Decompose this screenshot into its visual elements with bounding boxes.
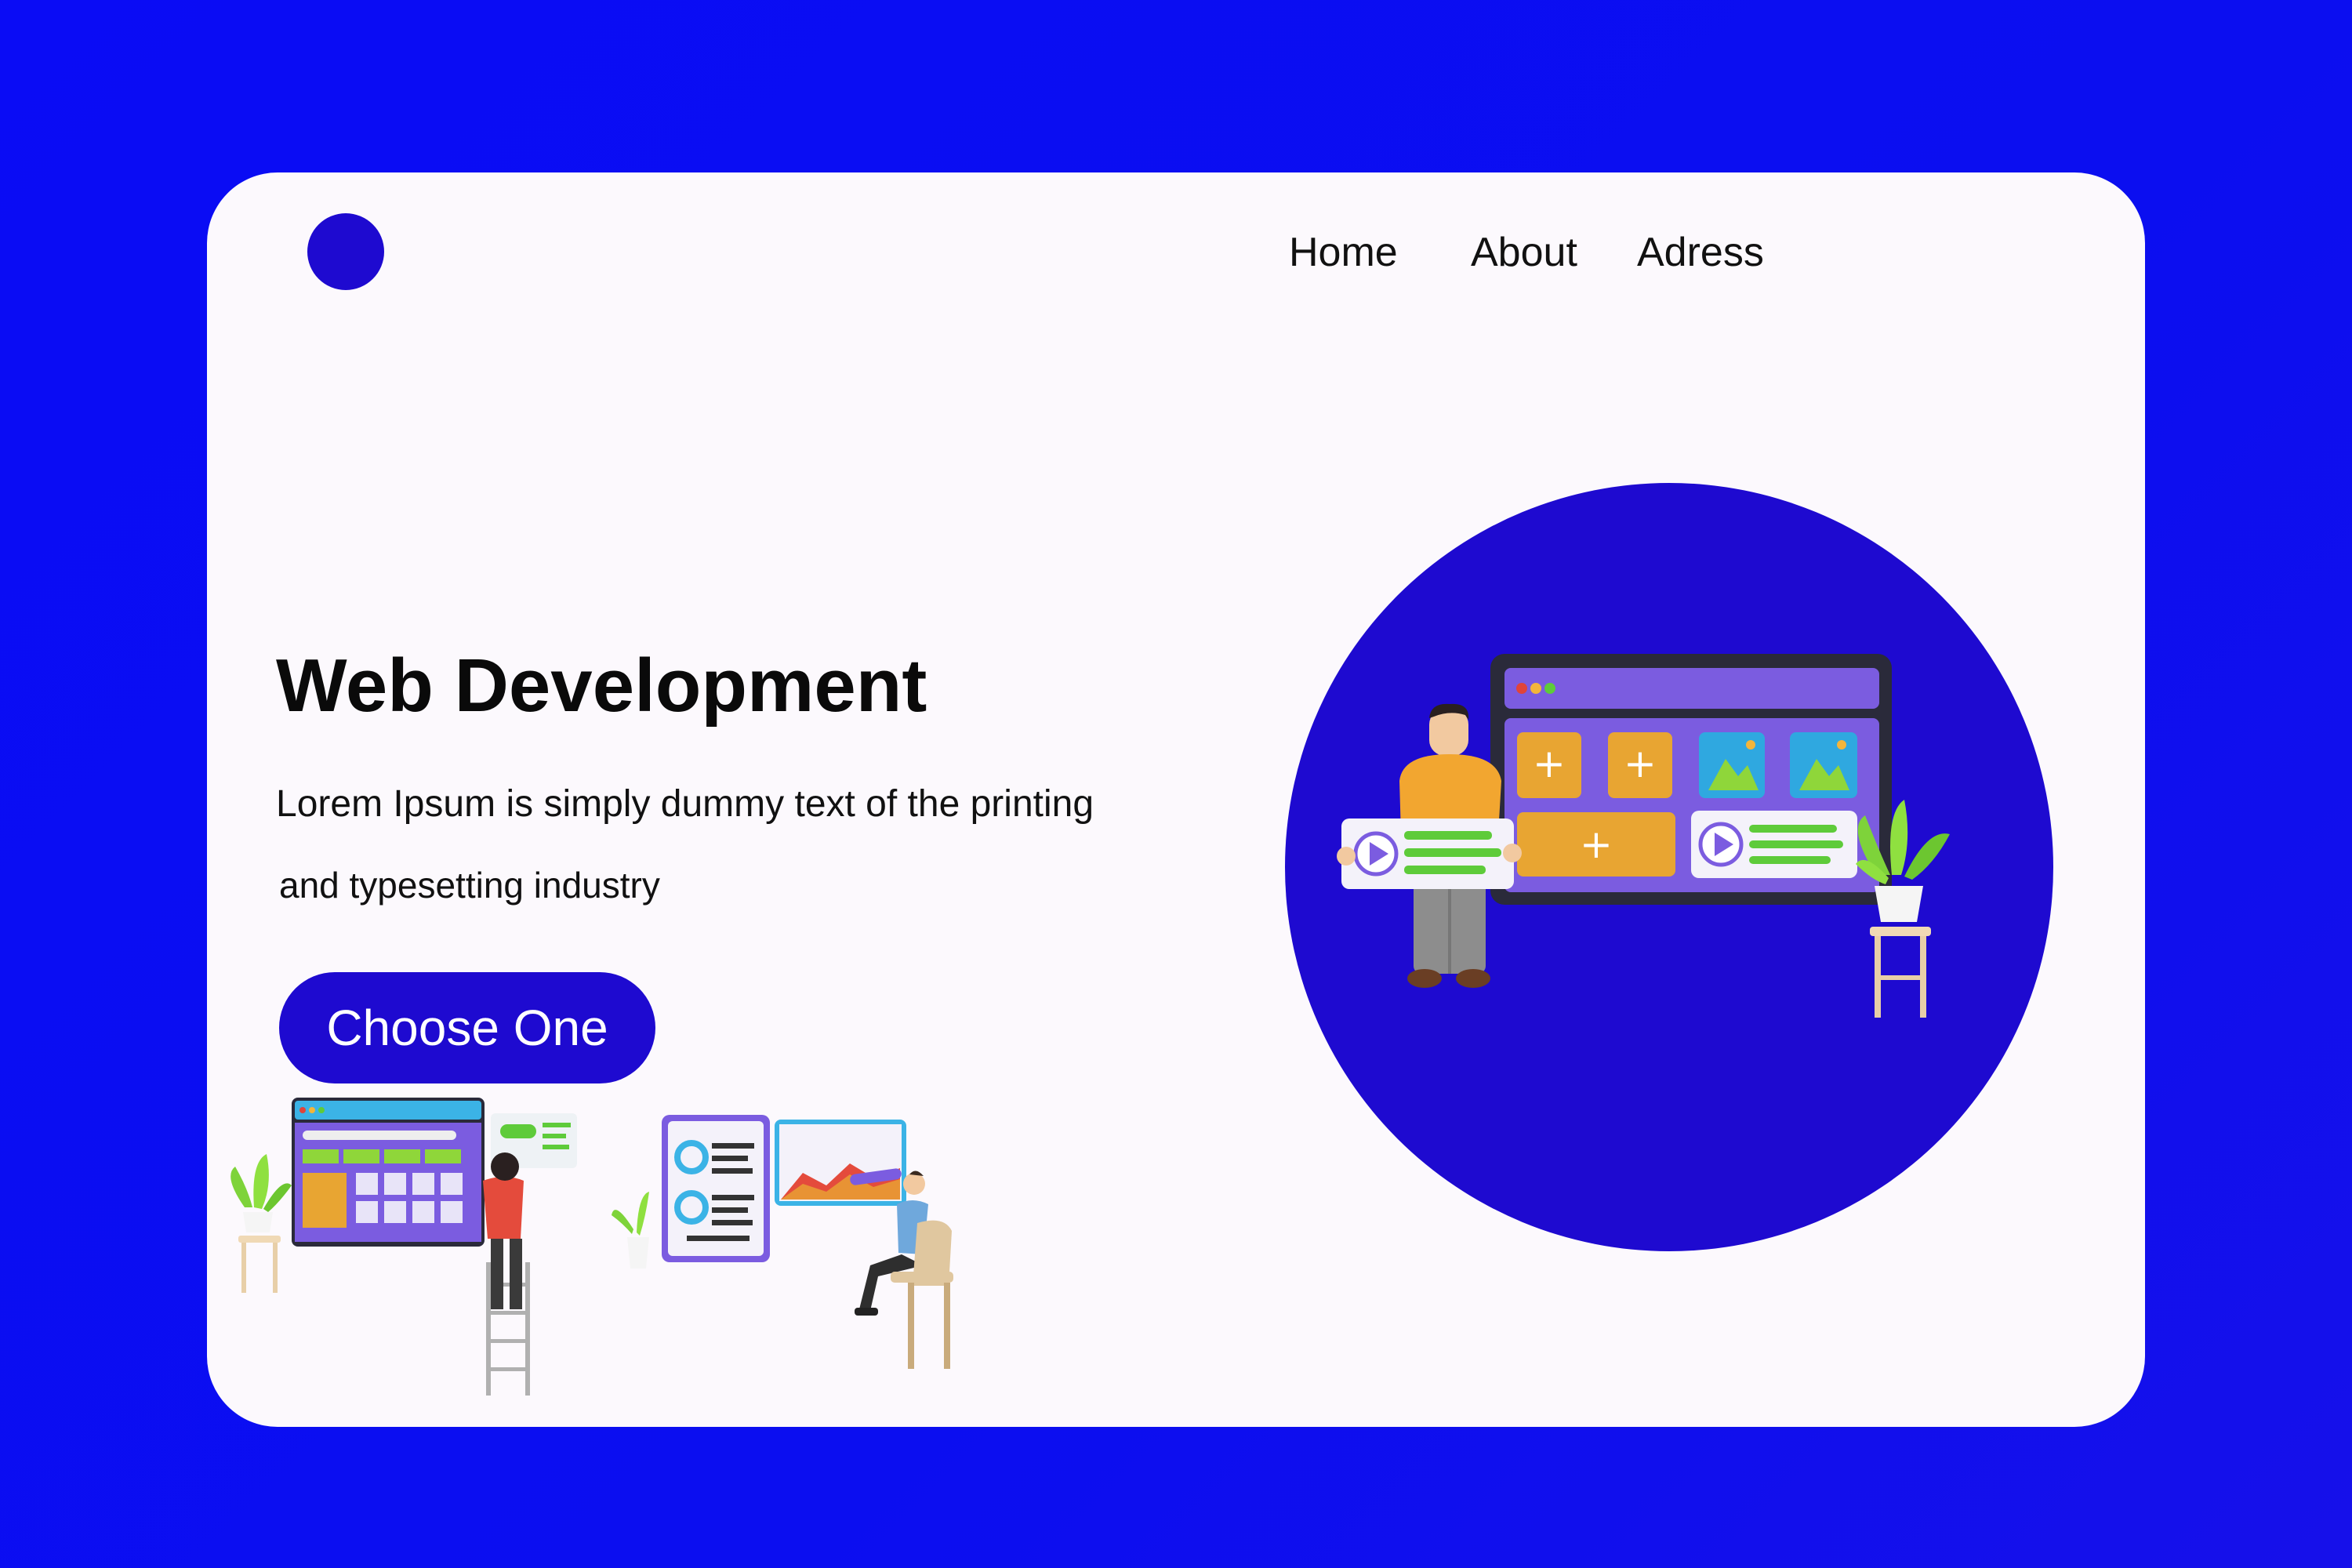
svg-text:+: + (1580, 822, 1613, 867)
analytics-report-icon (662, 1115, 906, 1262)
nav-adress-link[interactable]: Adress (1637, 229, 1764, 276)
nav-about-link[interactable]: About (1471, 229, 1577, 276)
dashboard-monitor-icon: + + + (1490, 654, 1892, 905)
landing-card: Home About Adress Web Development Lorem … (207, 172, 2145, 1427)
small-plant-icon (230, 1154, 292, 1293)
person-on-ladder-icon (483, 1152, 530, 1396)
team-building-illustration (230, 1098, 953, 1396)
hero-description-line-1: Lorem Ipsum is simply dummy text of the … (276, 783, 1094, 825)
svg-text:+: + (1533, 741, 1566, 786)
website-mockup-icon (292, 1098, 577, 1247)
logo-icon[interactable] (307, 213, 384, 290)
svg-text:+: + (1624, 741, 1657, 786)
sprout-plant-icon (612, 1192, 649, 1269)
hero-description-line-2: and typesetting industry (279, 865, 660, 906)
developer-dashboard-illustration: + + + (1285, 483, 2053, 1251)
hero-title: Web Development (276, 644, 927, 728)
choose-one-button[interactable]: Choose One (279, 972, 655, 1083)
nav-home-link[interactable]: Home (1289, 229, 1398, 276)
